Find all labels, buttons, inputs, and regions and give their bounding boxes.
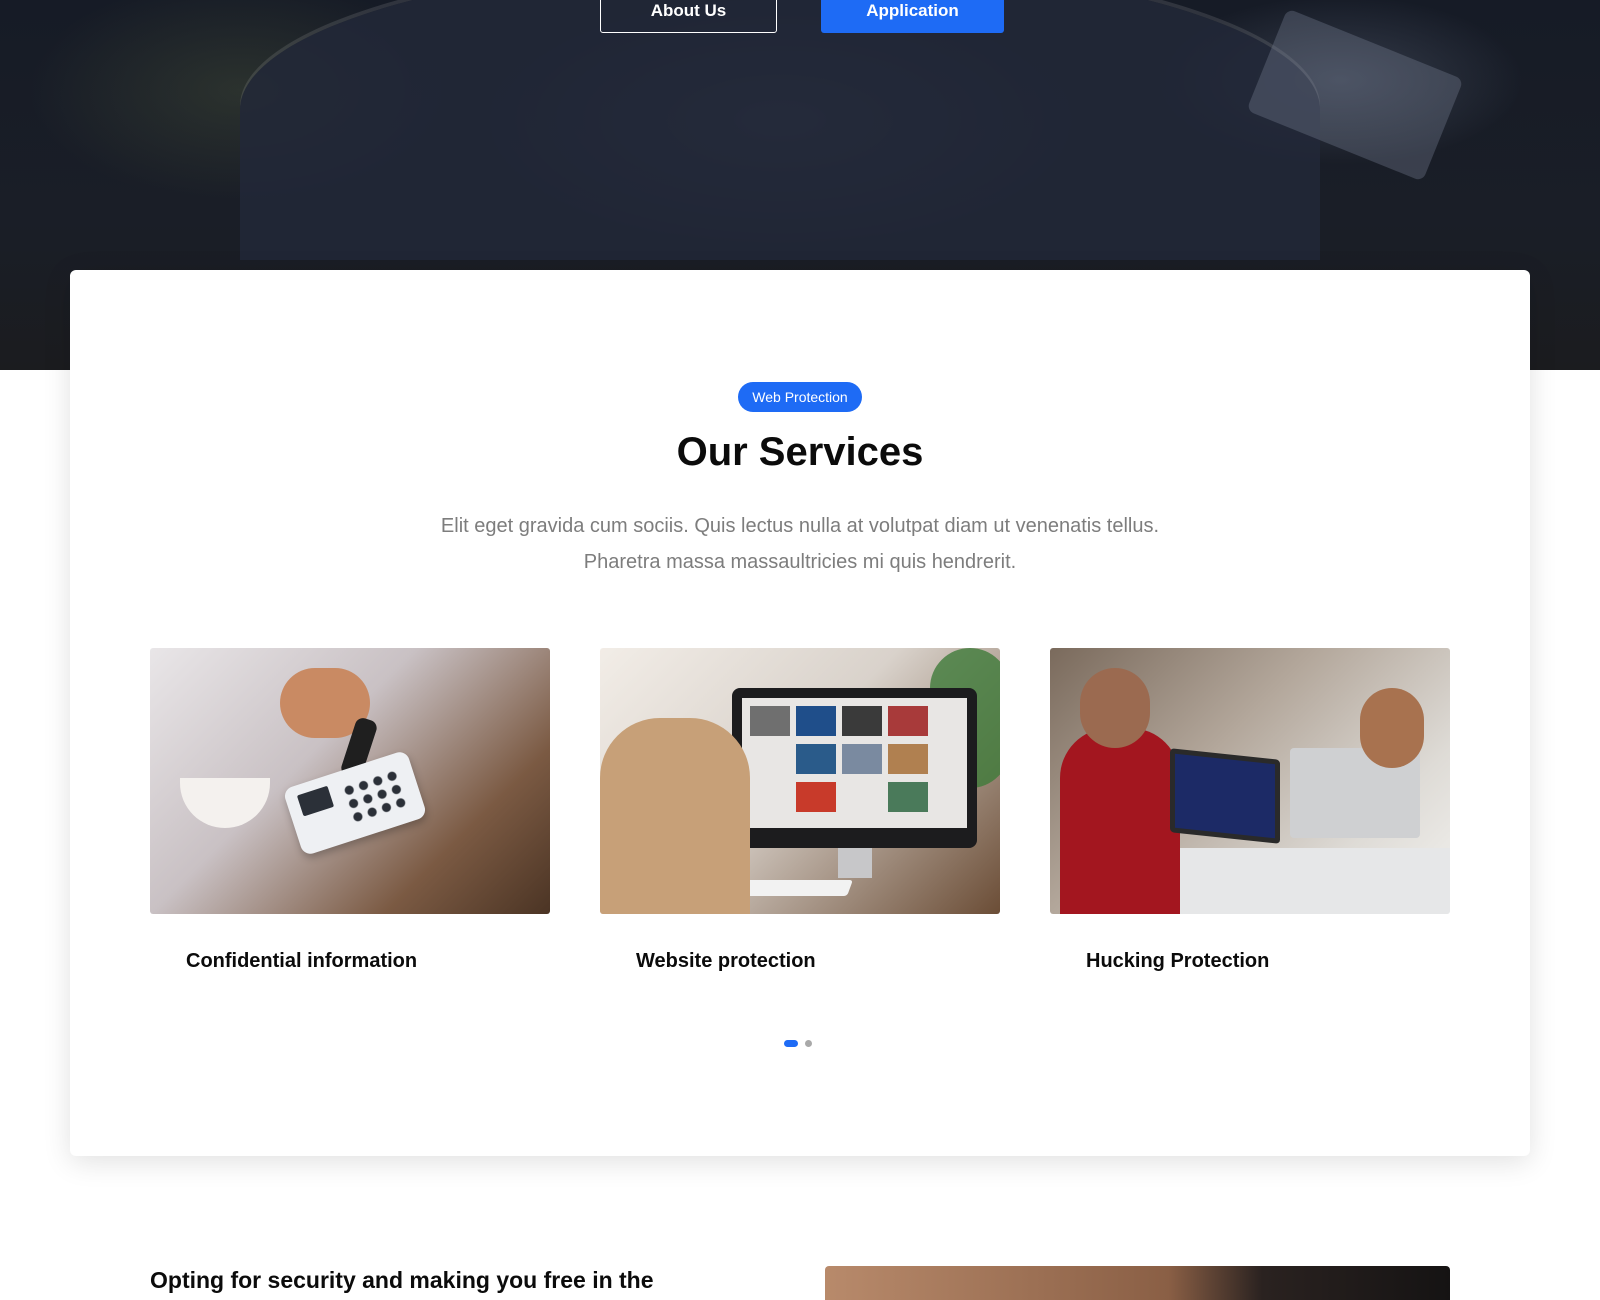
photo-detail-tile [888,706,928,736]
services-description: Elit eget gravida cum sociis. Quis lectu… [400,508,1200,580]
photo-detail-terminal [282,749,428,857]
photo-detail-tile [796,706,836,736]
photo-detail-keyboard [737,880,853,896]
application-button[interactable]: Application [821,0,1004,33]
photo-detail-tile [796,782,836,812]
photo-detail-person [600,718,750,914]
photo-detail-tile [796,744,836,774]
pagination-dot-1[interactable] [784,1040,798,1047]
photo-detail-terminal-screen [296,785,335,817]
photo-detail-tile [750,706,790,736]
services-description-line1: Elit eget gravida cum sociis. Quis lectu… [440,515,1160,537]
service-name[interactable]: Confidential information [186,950,417,973]
photo-detail-terminal-keys [339,766,412,824]
photo-detail-tile [888,744,928,774]
photo-detail-laptop [1170,748,1280,844]
pagination-dot-2[interactable] [805,1040,812,1047]
developers-at-laptops-photo [1050,648,1450,914]
woman-at-computer-monitor-photo [600,648,1000,914]
photo-detail-person [1060,728,1180,914]
photo-detail-stand [838,848,872,878]
carousel-pagination [784,1040,812,1047]
photo-detail-desk [1170,848,1450,914]
photo-detail-head [1080,668,1150,748]
photo-detail-tile [842,744,882,774]
about-us-button[interactable]: About Us [600,0,777,33]
photo-detail-cup [180,778,270,828]
service-card-hucking[interactable]: Hucking Protection [1050,648,1450,972]
service-card-website[interactable]: Website protection [600,648,1000,972]
services-card: Web Protection Our Services Elit eget gr… [70,270,1530,1156]
web-protection-badge: Web Protection [738,382,862,412]
photo-detail-head [1360,688,1424,768]
photo-detail-monitor [732,688,977,848]
service-name[interactable]: Website protection [636,950,816,973]
service-name[interactable]: Hucking Protection [1086,950,1269,973]
services-title: Our Services [676,430,924,474]
security-section-title: Opting for security and making you free … [150,1267,654,1293]
photo-detail-tile [888,782,928,812]
photo-detail-monitor-screen [742,698,967,828]
card-payment-terminal-photo [150,648,550,914]
services-description-line2: Pharetra massa massaultricies mi quis he… [583,551,1017,573]
photo-detail-tile [842,706,882,736]
service-card-confidential[interactable]: Confidential information [150,648,550,972]
security-section-photo [825,1266,1450,1300]
hero-background-figure [240,0,1320,260]
